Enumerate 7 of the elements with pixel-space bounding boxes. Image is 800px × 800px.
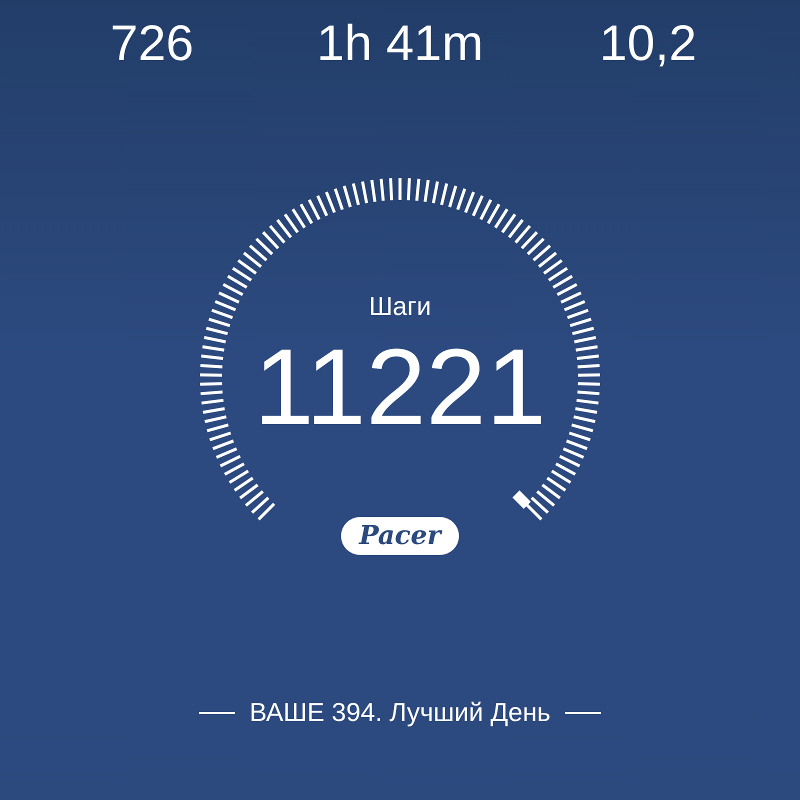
step-count: 11221 xyxy=(254,333,546,441)
stat-value: 1h 41m xyxy=(316,18,484,68)
stat-value: 10,2 xyxy=(598,18,698,68)
gauge-label: Шаги xyxy=(368,293,432,319)
stat-value: 726 xyxy=(109,18,195,68)
logo: Pacer xyxy=(341,517,459,555)
best-day-text: ВАШЕ 394. Лучший День xyxy=(249,696,551,729)
